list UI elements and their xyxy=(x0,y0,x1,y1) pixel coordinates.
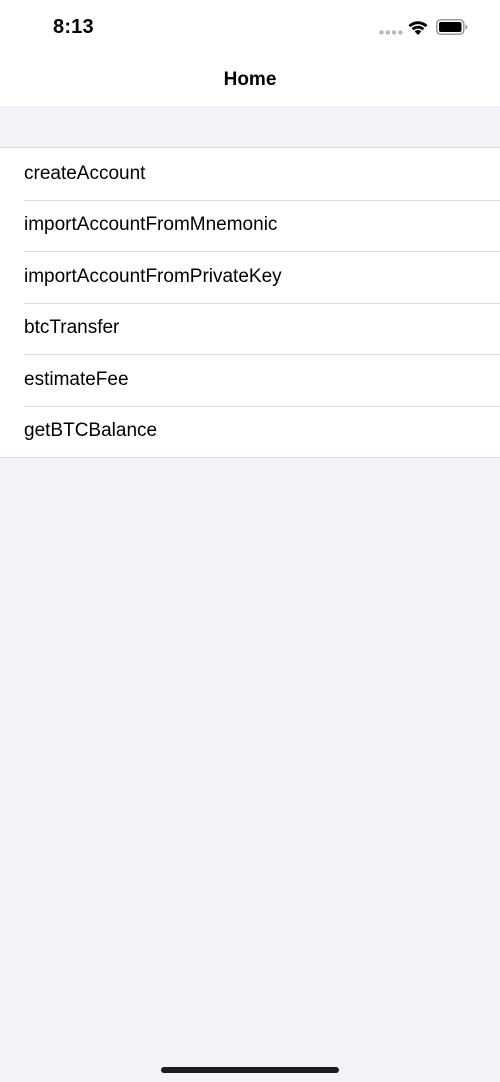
signal-dots-icon xyxy=(379,30,403,35)
list-item-get-btc-balance[interactable]: getBTCBalance xyxy=(0,405,500,458)
wifi-icon xyxy=(408,21,428,35)
list-item-import-account-from-mnemonic[interactable]: importAccountFromMnemonic xyxy=(0,199,500,252)
battery-icon xyxy=(436,19,468,35)
list-item-label: createAccount xyxy=(24,162,146,184)
page-title: Home xyxy=(223,69,277,90)
status-time: 8:13 xyxy=(53,16,94,38)
navigation-bar: Home xyxy=(0,54,500,106)
list-item-create-account[interactable]: createAccount xyxy=(0,148,500,200)
status-bar: 8:13 xyxy=(0,0,500,54)
list-item-import-account-from-private-key[interactable]: importAccountFromPrivateKey xyxy=(0,251,500,303)
menu-list: createAccount importAccountFromMnemonic … xyxy=(0,147,500,458)
list-item-btc-transfer[interactable]: btcTransfer xyxy=(0,302,500,355)
list-item-label: importAccountFromPrivateKey xyxy=(24,265,282,287)
list-item-label: btcTransfer xyxy=(24,317,120,339)
list-item-label: estimateFee xyxy=(24,368,129,390)
list-item-label: importAccountFromMnemonic xyxy=(24,214,278,236)
list-item-estimate-fee[interactable]: estimateFee xyxy=(0,354,500,406)
home-indicator[interactable] xyxy=(161,1067,339,1073)
list-item-label: getBTCBalance xyxy=(24,420,158,442)
